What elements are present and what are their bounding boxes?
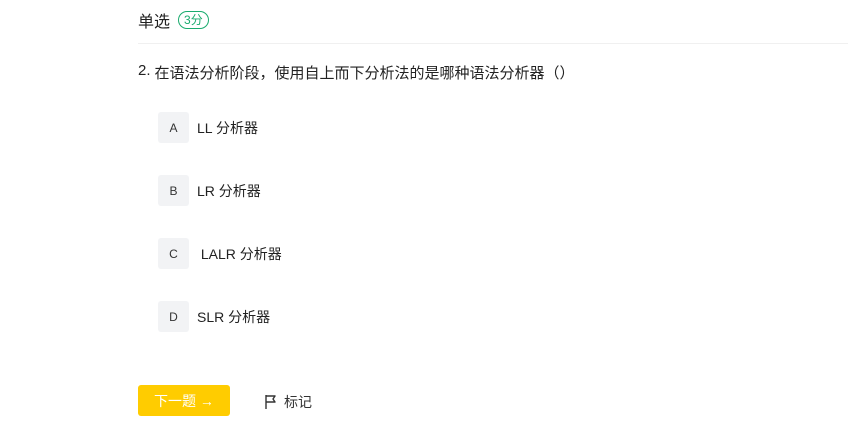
option-text: LR 分析器	[197, 182, 261, 199]
question-type-label: 单选	[138, 14, 171, 31]
score-badge: 3分	[178, 11, 209, 29]
mark-label: 标记	[284, 394, 312, 410]
option-key: B	[158, 175, 189, 206]
next-question-button[interactable]: 下一题 →	[138, 385, 230, 416]
question-text: 在语法分析阶段，使用自上而下分析法的是哪种语法分析器（）	[154, 65, 575, 82]
option-b[interactable]: B LR 分析器	[158, 175, 261, 206]
mark-button[interactable]: 标记	[264, 392, 312, 412]
option-key: C	[158, 238, 189, 269]
option-text: SLR 分析器	[197, 308, 271, 325]
option-key: A	[158, 112, 189, 143]
option-key: D	[158, 301, 189, 332]
divider	[138, 43, 848, 44]
option-c[interactable]: C LALR 分析器	[158, 238, 282, 269]
question: 2. 在语法分析阶段，使用自上而下分析法的是哪种语法分析器（）	[138, 62, 575, 83]
option-d[interactable]: D SLR 分析器	[158, 301, 270, 332]
option-text: LL 分析器	[197, 119, 258, 136]
option-text: LALR 分析器	[197, 245, 282, 262]
question-number: 2.	[138, 62, 151, 79]
flag-icon	[265, 395, 276, 409]
option-a[interactable]: A LL 分析器	[158, 112, 258, 143]
question-header: 单选 3分	[138, 8, 209, 32]
